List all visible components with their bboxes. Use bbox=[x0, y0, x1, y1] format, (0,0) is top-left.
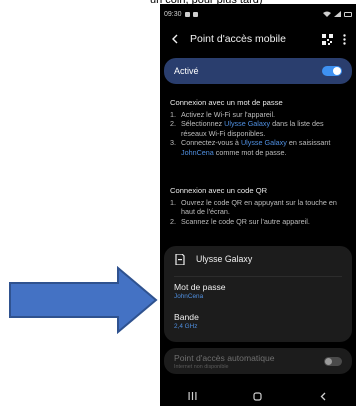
blue-arrow-pointer bbox=[9, 266, 158, 334]
instruction-step: 2. Scannez le code QR sur l'autre apparei… bbox=[170, 217, 350, 227]
step-text-part: Connectez-vous à bbox=[181, 138, 241, 148]
step-number: 1. bbox=[170, 197, 176, 207]
hotspot-active-toggle-row[interactable]: Activé bbox=[164, 58, 352, 84]
step-text-part: en saisissant bbox=[286, 138, 331, 148]
password-steps: 1. Activez le Wi-Fi sur l'appareil. 2. Séle… bbox=[170, 110, 350, 158]
step-number: 3. bbox=[170, 138, 176, 148]
step-text-part: Scannez le code QR sur l'autre appareil. bbox=[181, 216, 310, 226]
instruction-step: 3. Connectez-vous à Ulysse Galaxy en sais… bbox=[170, 138, 350, 157]
qr-section-heading: Connexion avec un code QR bbox=[170, 186, 268, 195]
step-text: Sélectionnez Ulysse Galaxy dans la liste… bbox=[181, 119, 350, 138]
instruction-step: 1. Activez le Wi-Fi sur l'appareil. bbox=[170, 110, 350, 120]
password-instructions: Connexion avec un mot de passe 1. Activez… bbox=[170, 98, 350, 158]
step-text-part: comme mot de passe. bbox=[213, 147, 287, 157]
notification-icon bbox=[184, 11, 190, 17]
qr-instructions: Connexion avec un code QR 1. Ouvrez le co… bbox=[170, 186, 350, 226]
password-setting[interactable]: Mot de passe JohnCena bbox=[174, 282, 342, 300]
active-label: Activé bbox=[174, 66, 199, 76]
auto-hotspot-subtitle: Internet non disponible bbox=[174, 363, 229, 370]
band-label: Bande bbox=[174, 312, 199, 322]
status-time: 09:30 bbox=[164, 10, 182, 18]
password-section-heading: Connexion avec un mot de passe bbox=[170, 98, 283, 107]
band-setting[interactable]: Bande 2,4 GHz bbox=[174, 312, 342, 330]
step-text-part: Activez le Wi-Fi sur l'appareil. bbox=[181, 109, 276, 119]
step-text-part: Sélectionnez bbox=[181, 119, 225, 129]
app-header: Point d'accès mobile bbox=[160, 26, 356, 52]
page-title: Point d'accès mobile bbox=[190, 33, 286, 45]
cell-signal-icon bbox=[334, 11, 341, 17]
auto-hotspot-label: Point d'accès automatique bbox=[174, 352, 275, 363]
step-text: Ouvrez le code QR en appuyant sur la tou… bbox=[181, 198, 350, 217]
back-icon[interactable] bbox=[168, 32, 182, 46]
step-number: 2. bbox=[170, 119, 176, 129]
step-text: Connectez-vous à Ulysse Galaxy en saisis… bbox=[181, 138, 350, 157]
home-icon[interactable] bbox=[249, 389, 267, 403]
step-number: 2. bbox=[170, 216, 176, 226]
navigation-bar bbox=[160, 386, 356, 406]
band-value: 2,4 GHz bbox=[174, 323, 198, 330]
step-text: Activez le Wi-Fi sur l'appareil. bbox=[181, 110, 275, 120]
step-number: 1. bbox=[170, 109, 176, 119]
hotspot-toggle[interactable] bbox=[322, 66, 342, 76]
battery-icon bbox=[344, 11, 352, 17]
auto-hotspot-row[interactable]: Point d'accès automatique Internet non d… bbox=[164, 348, 352, 374]
highlighted-term: Ulysse Galaxy bbox=[224, 119, 271, 129]
network-document-icon bbox=[174, 253, 186, 265]
qr-code-icon[interactable] bbox=[320, 32, 334, 46]
network-name-row[interactable]: Ulysse Galaxy bbox=[164, 246, 352, 272]
divider bbox=[174, 276, 342, 277]
notification-icon bbox=[192, 11, 198, 17]
back-nav-icon[interactable] bbox=[314, 389, 332, 403]
auto-hotspot-toggle[interactable] bbox=[324, 356, 342, 366]
network-settings-card: Ulysse Galaxy Mot de passe JohnCena Band… bbox=[164, 246, 352, 342]
instruction-step: 2. Sélectionnez Ulysse Galaxy dans la lis… bbox=[170, 119, 350, 138]
recent-apps-icon[interactable] bbox=[184, 389, 202, 403]
password-label: Mot de passe bbox=[174, 282, 226, 292]
highlighted-term: Ulysse Galaxy bbox=[240, 138, 287, 148]
step-text: Scannez le code QR sur l'autre appareil. bbox=[181, 217, 310, 227]
status-bar: 09:30 bbox=[164, 8, 352, 20]
wifi-signal-icon bbox=[323, 11, 331, 17]
phone-screen: 09:30 Point d'accès mobile Activé Connex… bbox=[160, 4, 356, 406]
qr-steps: 1. Ouvrez le code QR en appuyant sur la t… bbox=[170, 198, 350, 227]
password-value: JohnCena bbox=[174, 293, 204, 300]
network-name: Ulysse Galaxy bbox=[196, 254, 253, 264]
more-options-icon[interactable] bbox=[340, 32, 348, 46]
step-text-part: Ouvrez le code QR en appuyant sur la tou… bbox=[181, 197, 337, 217]
instruction-step: 1. Ouvrez le code QR en appuyant sur la t… bbox=[170, 198, 350, 217]
highlighted-term: JohnCena bbox=[181, 147, 214, 157]
